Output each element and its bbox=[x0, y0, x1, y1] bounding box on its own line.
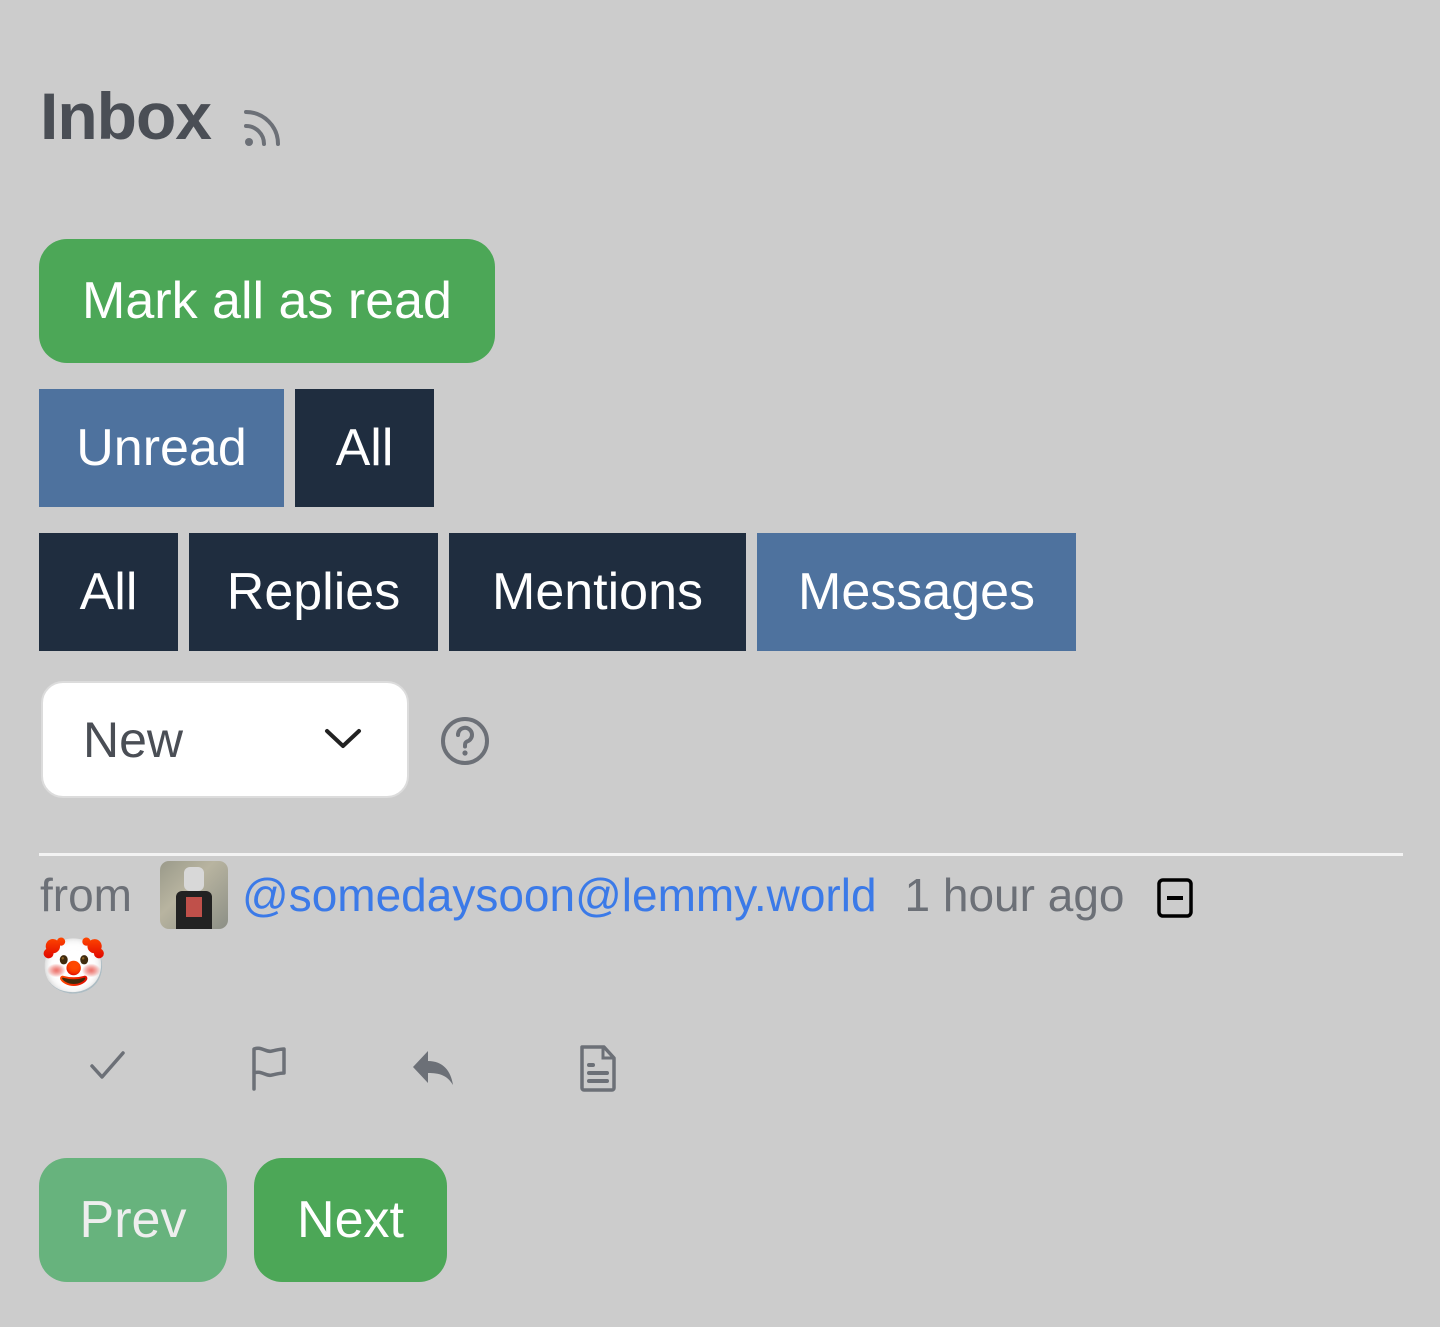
chevron-down-icon bbox=[325, 729, 361, 748]
page-title: Inbox bbox=[40, 79, 212, 153]
read-filter-group: Unread All bbox=[39, 389, 445, 507]
message-actions bbox=[80, 1040, 732, 1096]
avatar[interactable] bbox=[160, 861, 228, 929]
type-all[interactable]: All bbox=[39, 533, 178, 651]
message-meta: from @somedaysoon@lemmy.world 1 hour ago bbox=[40, 860, 1195, 930]
type-filter-group: All Replies Mentions Messages bbox=[39, 533, 1087, 651]
report-button[interactable] bbox=[243, 1040, 299, 1096]
filter-all[interactable]: All bbox=[295, 389, 434, 507]
message-body: 🤡 bbox=[40, 937, 108, 997]
page-header: Inbox bbox=[40, 78, 287, 154]
type-replies[interactable]: Replies bbox=[189, 533, 438, 651]
collapse-icon[interactable] bbox=[1155, 878, 1195, 918]
mark-read-button[interactable] bbox=[80, 1040, 136, 1096]
timestamp: 1 hour ago bbox=[904, 869, 1125, 921]
type-messages[interactable]: Messages bbox=[757, 533, 1076, 651]
prev-button[interactable]: Prev bbox=[39, 1158, 227, 1282]
reply-icon bbox=[413, 1051, 453, 1085]
check-icon bbox=[90, 1051, 125, 1079]
type-mentions[interactable]: Mentions bbox=[449, 533, 746, 651]
rss-icon[interactable] bbox=[241, 104, 287, 150]
from-label: from bbox=[40, 869, 132, 921]
divider bbox=[39, 853, 1403, 856]
reply-button[interactable] bbox=[406, 1040, 462, 1096]
question-circle-icon[interactable] bbox=[440, 716, 490, 766]
filter-unread[interactable]: Unread bbox=[39, 389, 284, 507]
next-button[interactable]: Next bbox=[254, 1158, 447, 1282]
file-text-icon bbox=[580, 1045, 616, 1092]
user-link[interactable]: @somedaysoon@lemmy.world bbox=[242, 868, 877, 922]
view-source-button[interactable] bbox=[569, 1040, 625, 1096]
mark-all-read-button[interactable]: Mark all as read bbox=[39, 239, 495, 363]
sort-select[interactable]: New bbox=[41, 681, 409, 798]
pagination: Prev Next bbox=[39, 1158, 447, 1282]
sort-selected-value: New bbox=[83, 711, 184, 768]
flag-icon bbox=[252, 1046, 286, 1091]
